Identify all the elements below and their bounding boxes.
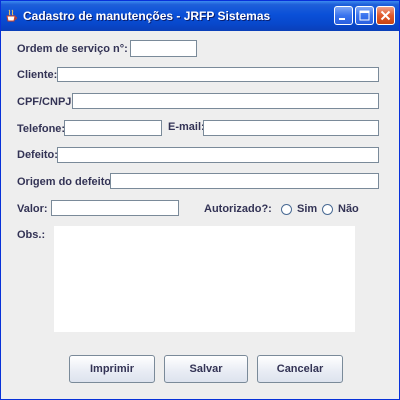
telefone-input[interactable] bbox=[64, 120, 162, 136]
salvar-button[interactable]: Salvar bbox=[164, 355, 248, 383]
defeito-input[interactable] bbox=[57, 147, 379, 163]
minimize-button[interactable] bbox=[334, 6, 353, 25]
imprimir-button[interactable]: Imprimir bbox=[69, 355, 155, 383]
email-label: E-mail: bbox=[168, 121, 205, 133]
window-title: Cadastro de manutenções - JRFP Sistemas bbox=[23, 9, 271, 23]
maximize-icon bbox=[359, 10, 370, 21]
maximize-button[interactable] bbox=[355, 6, 374, 25]
sim-radio[interactable] bbox=[281, 204, 292, 215]
close-icon bbox=[380, 10, 391, 21]
cpf-cnpj-label: CPF/CNPJ: bbox=[17, 96, 76, 108]
defeito-label: Defeito: bbox=[17, 149, 58, 161]
java-coffee-cup-icon bbox=[6, 9, 17, 22]
close-button[interactable] bbox=[376, 6, 395, 25]
valor-input[interactable] bbox=[51, 200, 179, 216]
sim-radio-label[interactable]: Sim bbox=[297, 202, 317, 216]
cancelar-button[interactable]: Cancelar bbox=[257, 355, 343, 383]
origem-defeito-label: Origem do defeito: bbox=[17, 176, 115, 188]
origem-defeito-input[interactable] bbox=[110, 173, 379, 189]
maintenance-window: Cadastro de manutenções - JRFP Sistemas … bbox=[0, 0, 400, 400]
email-input[interactable] bbox=[203, 120, 379, 136]
ordem-servico-input[interactable] bbox=[130, 40, 197, 57]
telefone-label: Telefone: bbox=[17, 123, 66, 135]
autorizado-label: Autorizado?: bbox=[204, 203, 272, 215]
cliente-input[interactable] bbox=[57, 67, 379, 82]
ordem-servico-label: Ordem de serviço n°: bbox=[17, 43, 128, 55]
title-bar[interactable]: Cadastro de manutenções - JRFP Sistemas bbox=[1, 1, 399, 31]
minimize-icon bbox=[339, 18, 345, 20]
valor-label: Valor: bbox=[17, 203, 48, 215]
nao-radio-label[interactable]: Não bbox=[338, 202, 359, 216]
nao-radio[interactable] bbox=[322, 204, 333, 215]
cpf-cnpj-input[interactable] bbox=[72, 93, 379, 109]
form-panel: Ordem de serviço n°: Cliente: CPF/CNPJ: … bbox=[1, 31, 399, 399]
obs-textarea[interactable] bbox=[54, 226, 355, 332]
obs-label: Obs.: bbox=[17, 229, 46, 241]
cliente-label: Cliente: bbox=[17, 69, 58, 81]
